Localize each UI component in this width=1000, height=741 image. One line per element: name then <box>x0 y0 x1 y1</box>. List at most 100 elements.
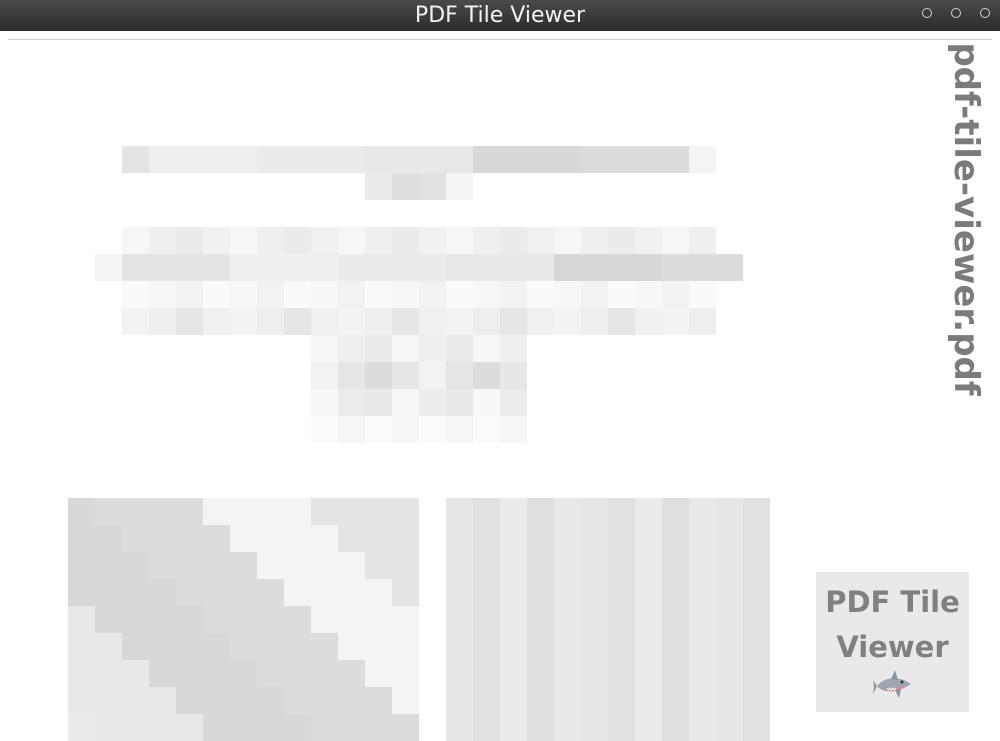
pixel-block <box>95 525 122 552</box>
pixel-block <box>689 606 716 633</box>
pixel-block <box>365 254 392 281</box>
pixel-block <box>122 714 149 741</box>
pixel-block <box>527 552 554 579</box>
pixel-block <box>257 687 284 714</box>
pixel-block <box>365 606 392 633</box>
pixel-block <box>284 606 311 633</box>
pixel-block <box>581 146 608 173</box>
pixel-block <box>446 335 473 362</box>
pixel-block <box>554 146 581 173</box>
pixel-block <box>527 714 554 741</box>
pixel-block <box>581 254 608 281</box>
pixel-block <box>338 308 365 335</box>
pixel-block <box>284 227 311 254</box>
pixel-block <box>446 146 473 173</box>
pixel-block <box>230 498 257 525</box>
minimize-button[interactable] <box>922 8 932 18</box>
pixel-block <box>284 714 311 741</box>
pixel-block <box>149 660 176 687</box>
pixel-block <box>419 146 446 173</box>
pixel-block <box>122 146 149 173</box>
pixel-block <box>176 227 203 254</box>
pixel-block <box>500 362 527 389</box>
pixel-block <box>500 552 527 579</box>
pixel-block <box>392 552 419 579</box>
maximize-button[interactable] <box>951 8 961 18</box>
pixel-block <box>608 687 635 714</box>
pixel-block <box>284 146 311 173</box>
pixel-block <box>284 633 311 660</box>
pixel-block <box>230 660 257 687</box>
close-button[interactable] <box>980 8 990 18</box>
pixel-block <box>122 633 149 660</box>
pixel-block <box>203 606 230 633</box>
pixel-block <box>392 389 419 416</box>
pixel-block <box>608 714 635 741</box>
pixel-block <box>554 227 581 254</box>
pixel-block <box>365 714 392 741</box>
pixel-block <box>581 687 608 714</box>
pixel-block <box>311 254 338 281</box>
pixel-block <box>473 146 500 173</box>
pixel-block <box>203 552 230 579</box>
pixel-block <box>446 227 473 254</box>
pixel-block <box>311 362 338 389</box>
pixel-block <box>257 146 284 173</box>
pixel-block <box>554 281 581 308</box>
pixel-block <box>527 687 554 714</box>
app-logo[interactable]: PDF Tile Viewer <box>816 572 969 712</box>
pixel-block <box>392 173 419 200</box>
pixel-block <box>500 525 527 552</box>
pixel-block <box>257 525 284 552</box>
pixel-block <box>392 498 419 525</box>
document-page[interactable]: pdf-tile-viewer.pdf PDF Tile Viewer <box>0 31 1000 741</box>
pixel-block <box>419 308 446 335</box>
pixel-block <box>554 552 581 579</box>
pixel-block <box>500 308 527 335</box>
pixel-block <box>230 714 257 741</box>
pixel-block <box>392 146 419 173</box>
pixel-block <box>473 389 500 416</box>
pixel-block <box>203 660 230 687</box>
pixel-block <box>635 227 662 254</box>
pixel-block <box>689 660 716 687</box>
pixel-block <box>527 579 554 606</box>
pixel-block <box>149 281 176 308</box>
pixel-block <box>68 633 95 660</box>
pixel-block <box>608 606 635 633</box>
pixel-block <box>95 579 122 606</box>
pixel-block <box>446 416 473 443</box>
pixel-block <box>95 714 122 741</box>
pixel-block <box>473 254 500 281</box>
window-title: PDF Tile Viewer <box>414 3 586 28</box>
pixel-block <box>284 579 311 606</box>
pixel-block <box>743 552 770 579</box>
shark-icon <box>872 670 911 698</box>
pixel-block <box>635 525 662 552</box>
title-bar: PDF Tile Viewer <box>0 0 1000 31</box>
pixel-block <box>311 227 338 254</box>
pixel-block <box>473 281 500 308</box>
pixel-block <box>689 498 716 525</box>
pixel-block <box>581 525 608 552</box>
pixel-block <box>230 146 257 173</box>
pixel-block <box>149 146 176 173</box>
pixel-block <box>257 714 284 741</box>
pixel-block <box>176 308 203 335</box>
pixel-block <box>311 552 338 579</box>
pixel-block <box>500 633 527 660</box>
pixel-block <box>716 525 743 552</box>
pixel-block <box>554 254 581 281</box>
pixel-block <box>635 579 662 606</box>
pixel-block <box>338 146 365 173</box>
pixel-block <box>392 362 419 389</box>
pixel-block <box>149 687 176 714</box>
pixel-block <box>473 498 500 525</box>
pixel-block <box>743 498 770 525</box>
pixel-block <box>581 606 608 633</box>
pixel-block <box>473 660 500 687</box>
pixel-block <box>176 579 203 606</box>
pixel-block <box>203 579 230 606</box>
pixel-block <box>176 281 203 308</box>
pixel-block <box>95 254 122 281</box>
